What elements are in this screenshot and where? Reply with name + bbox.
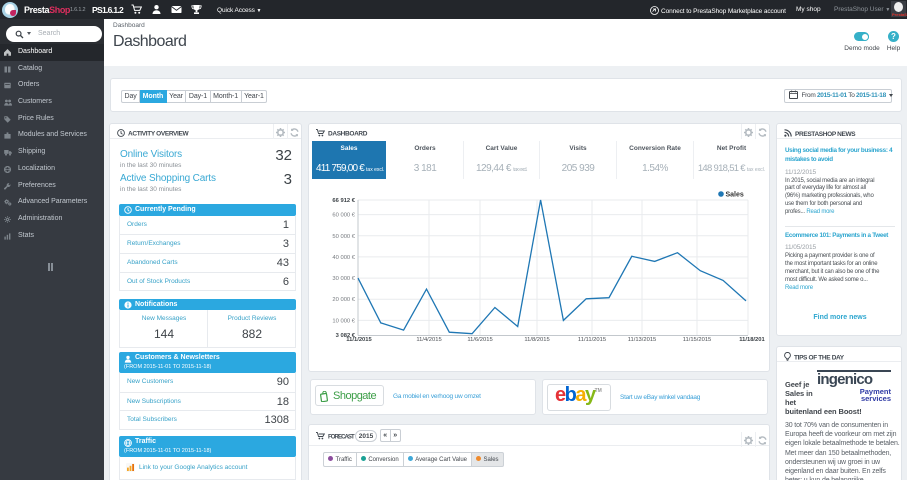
svg-text:10 000 €: 10 000 € — [332, 318, 355, 324]
svg-text:11/11/2015: 11/11/2015 — [578, 337, 606, 343]
svg-text:60 000 €: 60 000 € — [332, 213, 355, 219]
svg-text:20 000 €: 20 000 € — [332, 297, 355, 303]
svg-text:11/15/2015: 11/15/2015 — [683, 337, 712, 343]
svg-text:30 000 €: 30 000 € — [332, 276, 355, 282]
svg-text:11/1/2015: 11/1/2015 — [346, 337, 372, 343]
svg-text:66 912 €: 66 912 € — [332, 198, 355, 204]
svg-text:50 000 €: 50 000 € — [332, 234, 355, 240]
svg-text:11/4/2015: 11/4/2015 — [416, 337, 441, 343]
svg-text:11/8/2015: 11/8/2015 — [524, 337, 549, 343]
svg-text:11/6/2015: 11/6/2015 — [467, 337, 492, 343]
svg-text:11/13/2015: 11/13/2015 — [628, 337, 657, 343]
svg-text:Sales: Sales — [726, 192, 744, 199]
svg-text:40 000 €: 40 000 € — [332, 255, 355, 261]
svg-text:11/18/201: 11/18/201 — [739, 337, 765, 343]
